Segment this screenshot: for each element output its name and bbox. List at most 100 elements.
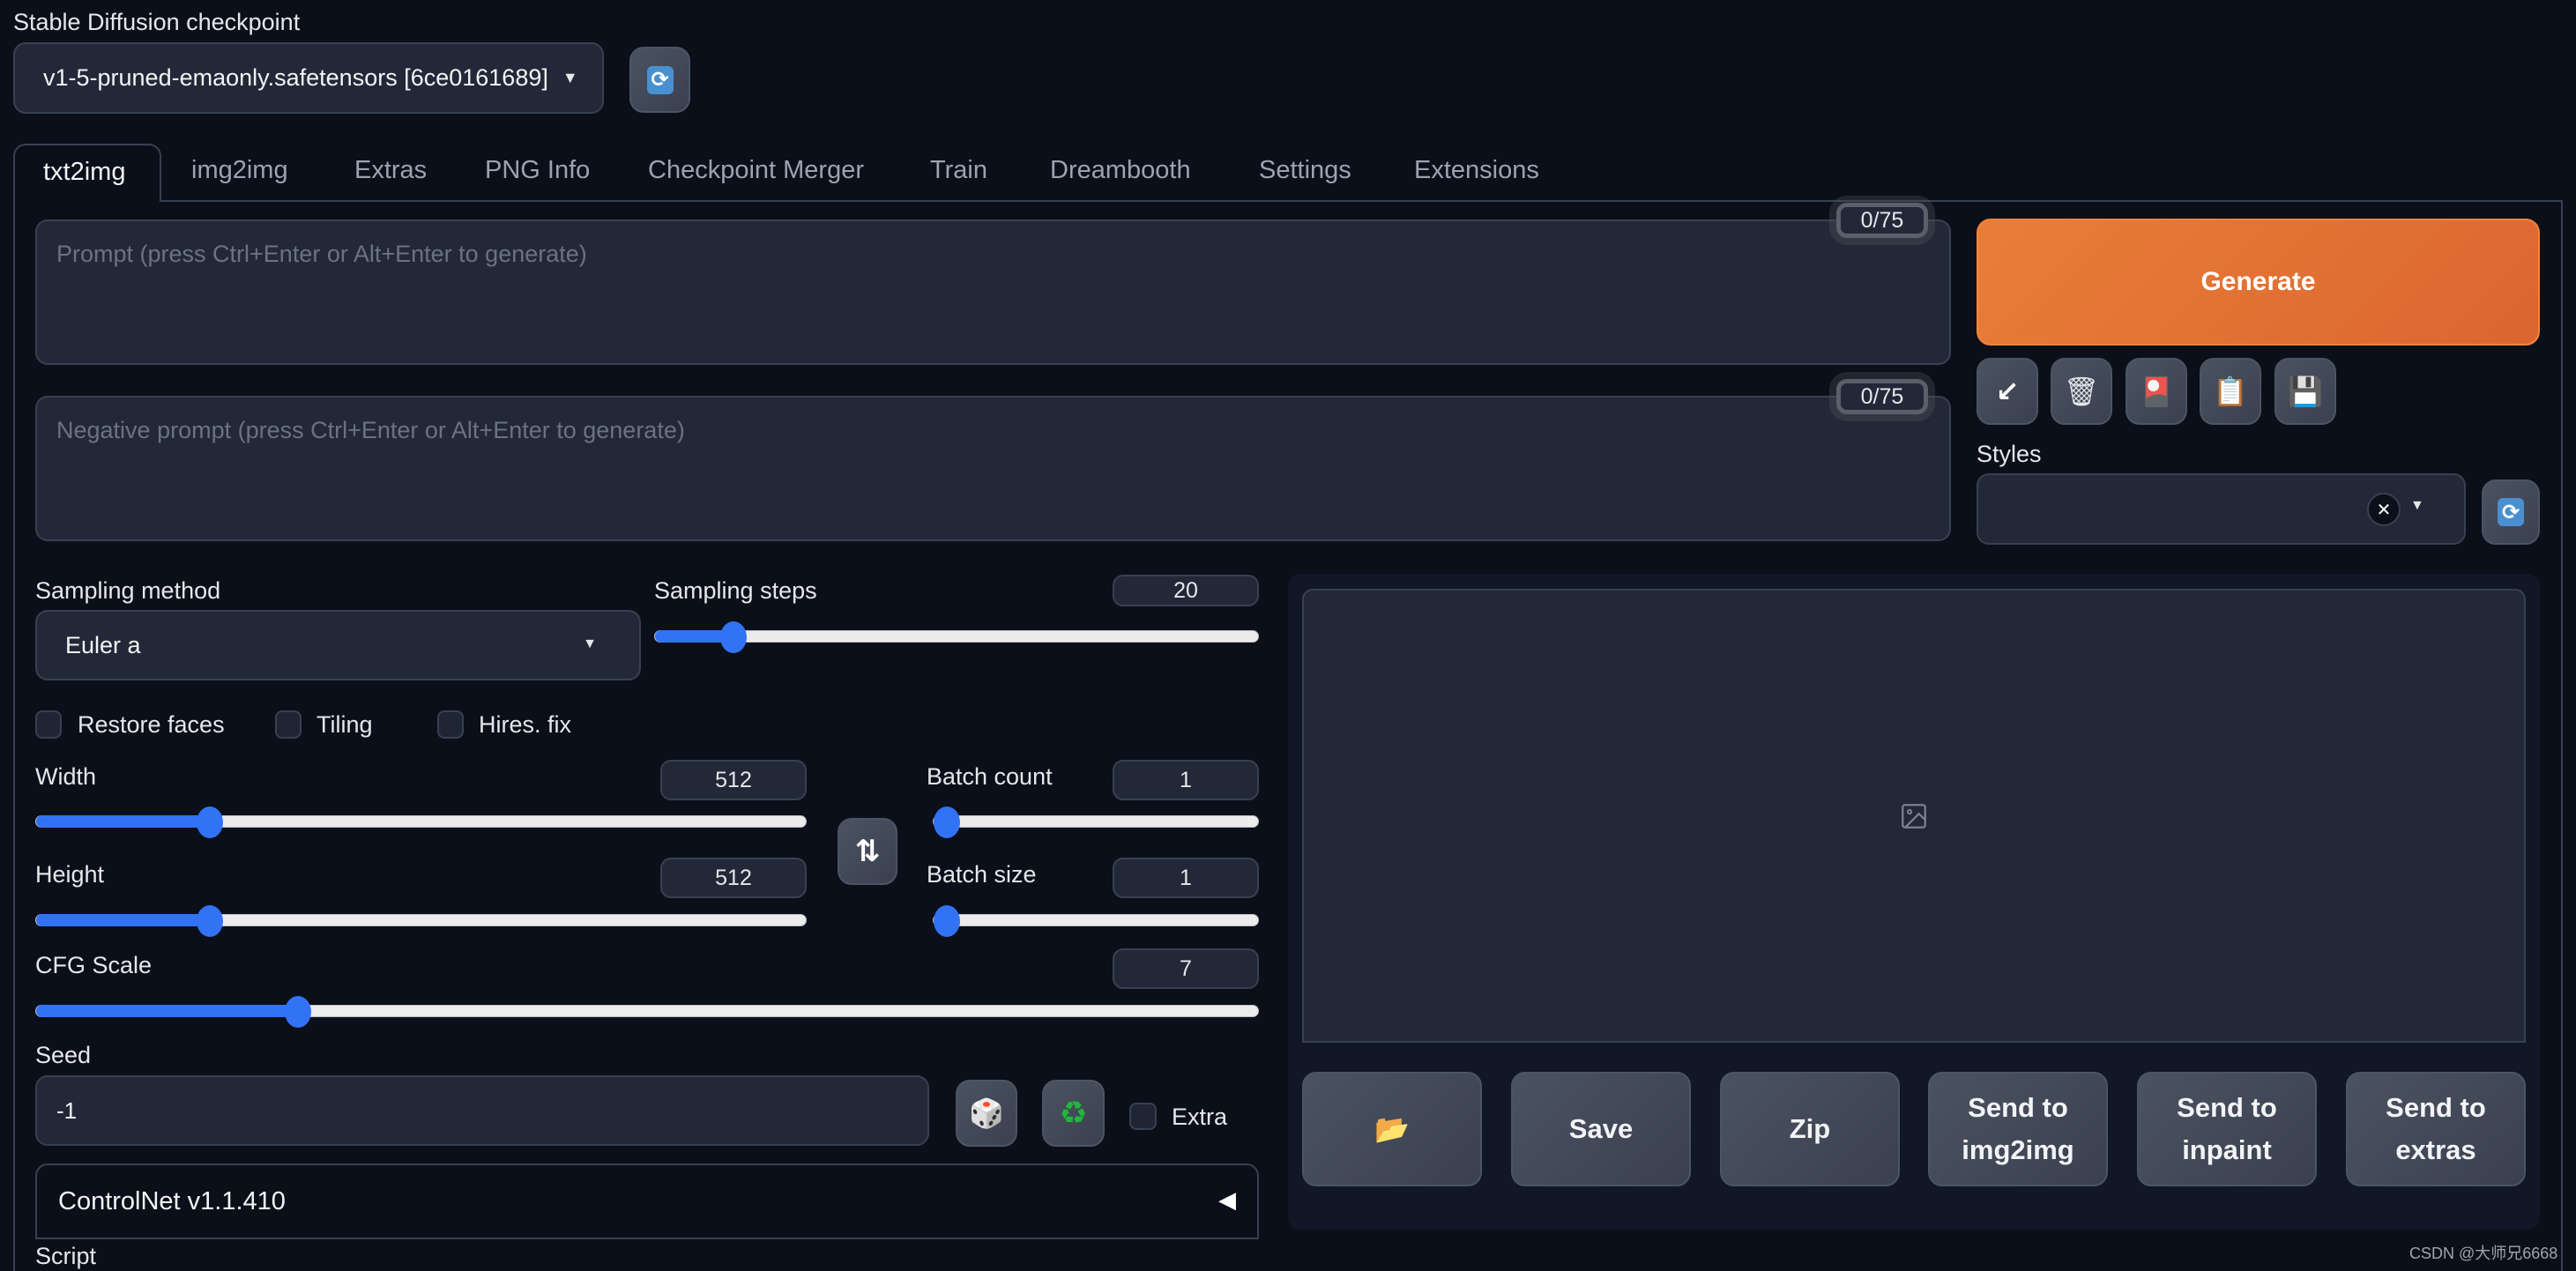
- checkpoint-dropdown[interactable]: v1-5-pruned-emaonly.safetensors [6ce0161…: [13, 42, 604, 114]
- extra-seed-label: Extra: [1172, 1104, 1228, 1130]
- save-button[interactable]: Save: [1511, 1072, 1691, 1186]
- cfg-scale-slider[interactable]: [35, 996, 1259, 1028]
- controlnet-accordion[interactable]: ControlNet v1.1.410 ◀: [35, 1163, 1259, 1239]
- styles-dropdown[interactable]: ✕ ▼: [1977, 473, 2466, 545]
- tab-txt2img[interactable]: txt2img: [13, 144, 161, 202]
- clipboard-icon: 📋: [2213, 375, 2248, 407]
- slider-fill: [36, 815, 211, 828]
- restore-faces-label: Restore faces: [78, 711, 225, 738]
- negative-prompt-token-counter: 0/75: [1836, 379, 1928, 414]
- swap-dimensions-button[interactable]: ⇅: [838, 818, 897, 885]
- watermark: CSDN @大师兄6668: [2409, 1245, 2558, 1262]
- script-label: Script: [35, 1243, 97, 1269]
- styles-card-icon: 🎴: [2139, 375, 2174, 407]
- chevron-down-icon: ▼: [2410, 498, 2424, 513]
- slider-thumb[interactable]: [197, 806, 224, 838]
- clear-prompt-button[interactable]: 🗑: [2051, 358, 2112, 425]
- height-label: Height: [35, 861, 105, 888]
- cfg-scale-label: CFG Scale: [35, 952, 153, 978]
- save-floppy-icon: 💾: [2288, 375, 2323, 407]
- prompt-textarea[interactable]: Prompt (press Ctrl+Enter or Alt+Enter to…: [35, 219, 1951, 365]
- clear-icon[interactable]: ✕: [2367, 493, 2401, 526]
- slider-thumb[interactable]: [719, 621, 747, 653]
- zip-button[interactable]: Zip: [1720, 1072, 1900, 1186]
- slider-fill: [36, 914, 211, 926]
- chevron-down-icon: ▼: [583, 636, 597, 651]
- sampling-steps-input[interactable]: 20: [1113, 575, 1259, 606]
- height-slider[interactable]: [35, 905, 807, 937]
- tab-train[interactable]: Train: [930, 156, 987, 185]
- recycle-icon: ♻: [1059, 1095, 1088, 1131]
- batch-size-label: Batch size: [927, 861, 1037, 888]
- refresh-icon: ⟳: [646, 65, 674, 94]
- seed-input[interactable]: -1: [35, 1075, 929, 1146]
- batch-size-slider[interactable]: [933, 905, 1259, 937]
- negative-prompt-textarea[interactable]: Negative prompt (press Ctrl+Enter or Alt…: [35, 396, 1951, 541]
- show-extra-networks-button[interactable]: 🎴: [2126, 358, 2187, 425]
- output-gallery: [1302, 589, 2526, 1043]
- tab-label: txt2img: [43, 158, 126, 186]
- negative-prompt-placeholder: Negative prompt (press Ctrl+Enter or Alt…: [56, 417, 685, 443]
- tab-checkpoint-merger[interactable]: Checkpoint Merger: [648, 156, 864, 185]
- send-to-inpaint-button[interactable]: Send to inpaint: [2137, 1072, 2317, 1186]
- sampling-steps-label: Sampling steps: [654, 577, 817, 604]
- arrow-down-left-icon: ↙: [1995, 375, 2020, 407]
- seed-label: Seed: [35, 1042, 92, 1068]
- restore-faces-checkbox[interactable]: [35, 710, 62, 739]
- tab-dreambooth[interactable]: Dreambooth: [1050, 156, 1191, 185]
- batch-size-input[interactable]: 1: [1113, 858, 1259, 898]
- height-input[interactable]: 512: [660, 858, 807, 898]
- batch-count-slider[interactable]: [933, 806, 1259, 838]
- styles-label: Styles: [1977, 441, 2042, 467]
- hires-fix-checkbox[interactable]: [437, 710, 464, 739]
- send-to-extras-button[interactable]: Send to extras: [2346, 1072, 2526, 1186]
- prompt-placeholder: Prompt (press Ctrl+Enter or Alt+Enter to…: [56, 241, 587, 267]
- width-label: Width: [35, 763, 97, 790]
- hires-fix-label: Hires. fix: [479, 711, 572, 738]
- image-icon: [1902, 803, 1926, 829]
- slider-thumb[interactable]: [285, 996, 312, 1028]
- sampling-method-value: Euler a: [65, 631, 141, 658]
- styles-refresh-button[interactable]: ⟳: [2482, 479, 2540, 545]
- read-params-button[interactable]: ↙: [1977, 358, 2038, 425]
- sampling-method-dropdown[interactable]: Euler a ▼: [35, 610, 641, 680]
- cfg-scale-input[interactable]: 7: [1113, 948, 1259, 989]
- folder-icon: 📂: [1374, 1113, 1410, 1145]
- apply-styles-button[interactable]: 📋: [2200, 358, 2261, 425]
- width-slider[interactable]: [35, 806, 807, 838]
- sampling-method-label: Sampling method: [35, 577, 221, 604]
- reuse-seed-button[interactable]: ♻: [1042, 1080, 1105, 1147]
- tab-extensions[interactable]: Extensions: [1414, 156, 1539, 185]
- collapse-triangle-icon[interactable]: ◀: [1218, 1186, 1236, 1214]
- chevron-down-icon: ▼: [562, 69, 578, 86]
- random-seed-button[interactable]: 🎲: [956, 1080, 1017, 1147]
- dice-icon: 🎲: [969, 1097, 1004, 1129]
- save-style-button[interactable]: 💾: [2274, 358, 2336, 425]
- checkpoint-value: v1-5-pruned-emaonly.safetensors [6ce0161…: [43, 64, 548, 91]
- controlnet-title: ControlNet v1.1.410: [58, 1186, 286, 1215]
- tab-settings[interactable]: Settings: [1259, 156, 1351, 185]
- tab-png-info[interactable]: PNG Info: [485, 156, 590, 185]
- prompt-token-counter: 0/75: [1836, 203, 1928, 238]
- sampling-steps-slider[interactable]: [654, 621, 1259, 653]
- extra-seed-checkbox[interactable]: [1129, 1103, 1157, 1130]
- batch-count-label: Batch count: [927, 763, 1053, 790]
- generate-button[interactable]: Generate: [1977, 219, 2540, 346]
- checkpoint-refresh-button[interactable]: ⟳: [629, 47, 690, 113]
- slider-thumb[interactable]: [197, 905, 224, 937]
- send-to-img2img-button[interactable]: Send to img2img: [1928, 1072, 2108, 1186]
- width-input[interactable]: 512: [660, 760, 807, 800]
- tab-extras[interactable]: Extras: [354, 156, 427, 185]
- open-folder-button[interactable]: 📂: [1302, 1072, 1482, 1186]
- tiling-label: Tiling: [316, 711, 373, 738]
- batch-count-input[interactable]: 1: [1113, 760, 1259, 800]
- slider-thumb[interactable]: [934, 905, 960, 937]
- tiling-checkbox[interactable]: [275, 710, 302, 739]
- trash-icon: 🗑: [2063, 375, 2100, 407]
- slider-thumb[interactable]: [934, 806, 960, 838]
- tab-img2img[interactable]: img2img: [191, 156, 288, 185]
- swap-arrows-icon: ⇅: [854, 835, 881, 868]
- refresh-icon: ⟳: [2498, 498, 2524, 526]
- slider-fill: [36, 1005, 299, 1017]
- checkpoint-label: Stable Diffusion checkpoint: [13, 9, 301, 35]
